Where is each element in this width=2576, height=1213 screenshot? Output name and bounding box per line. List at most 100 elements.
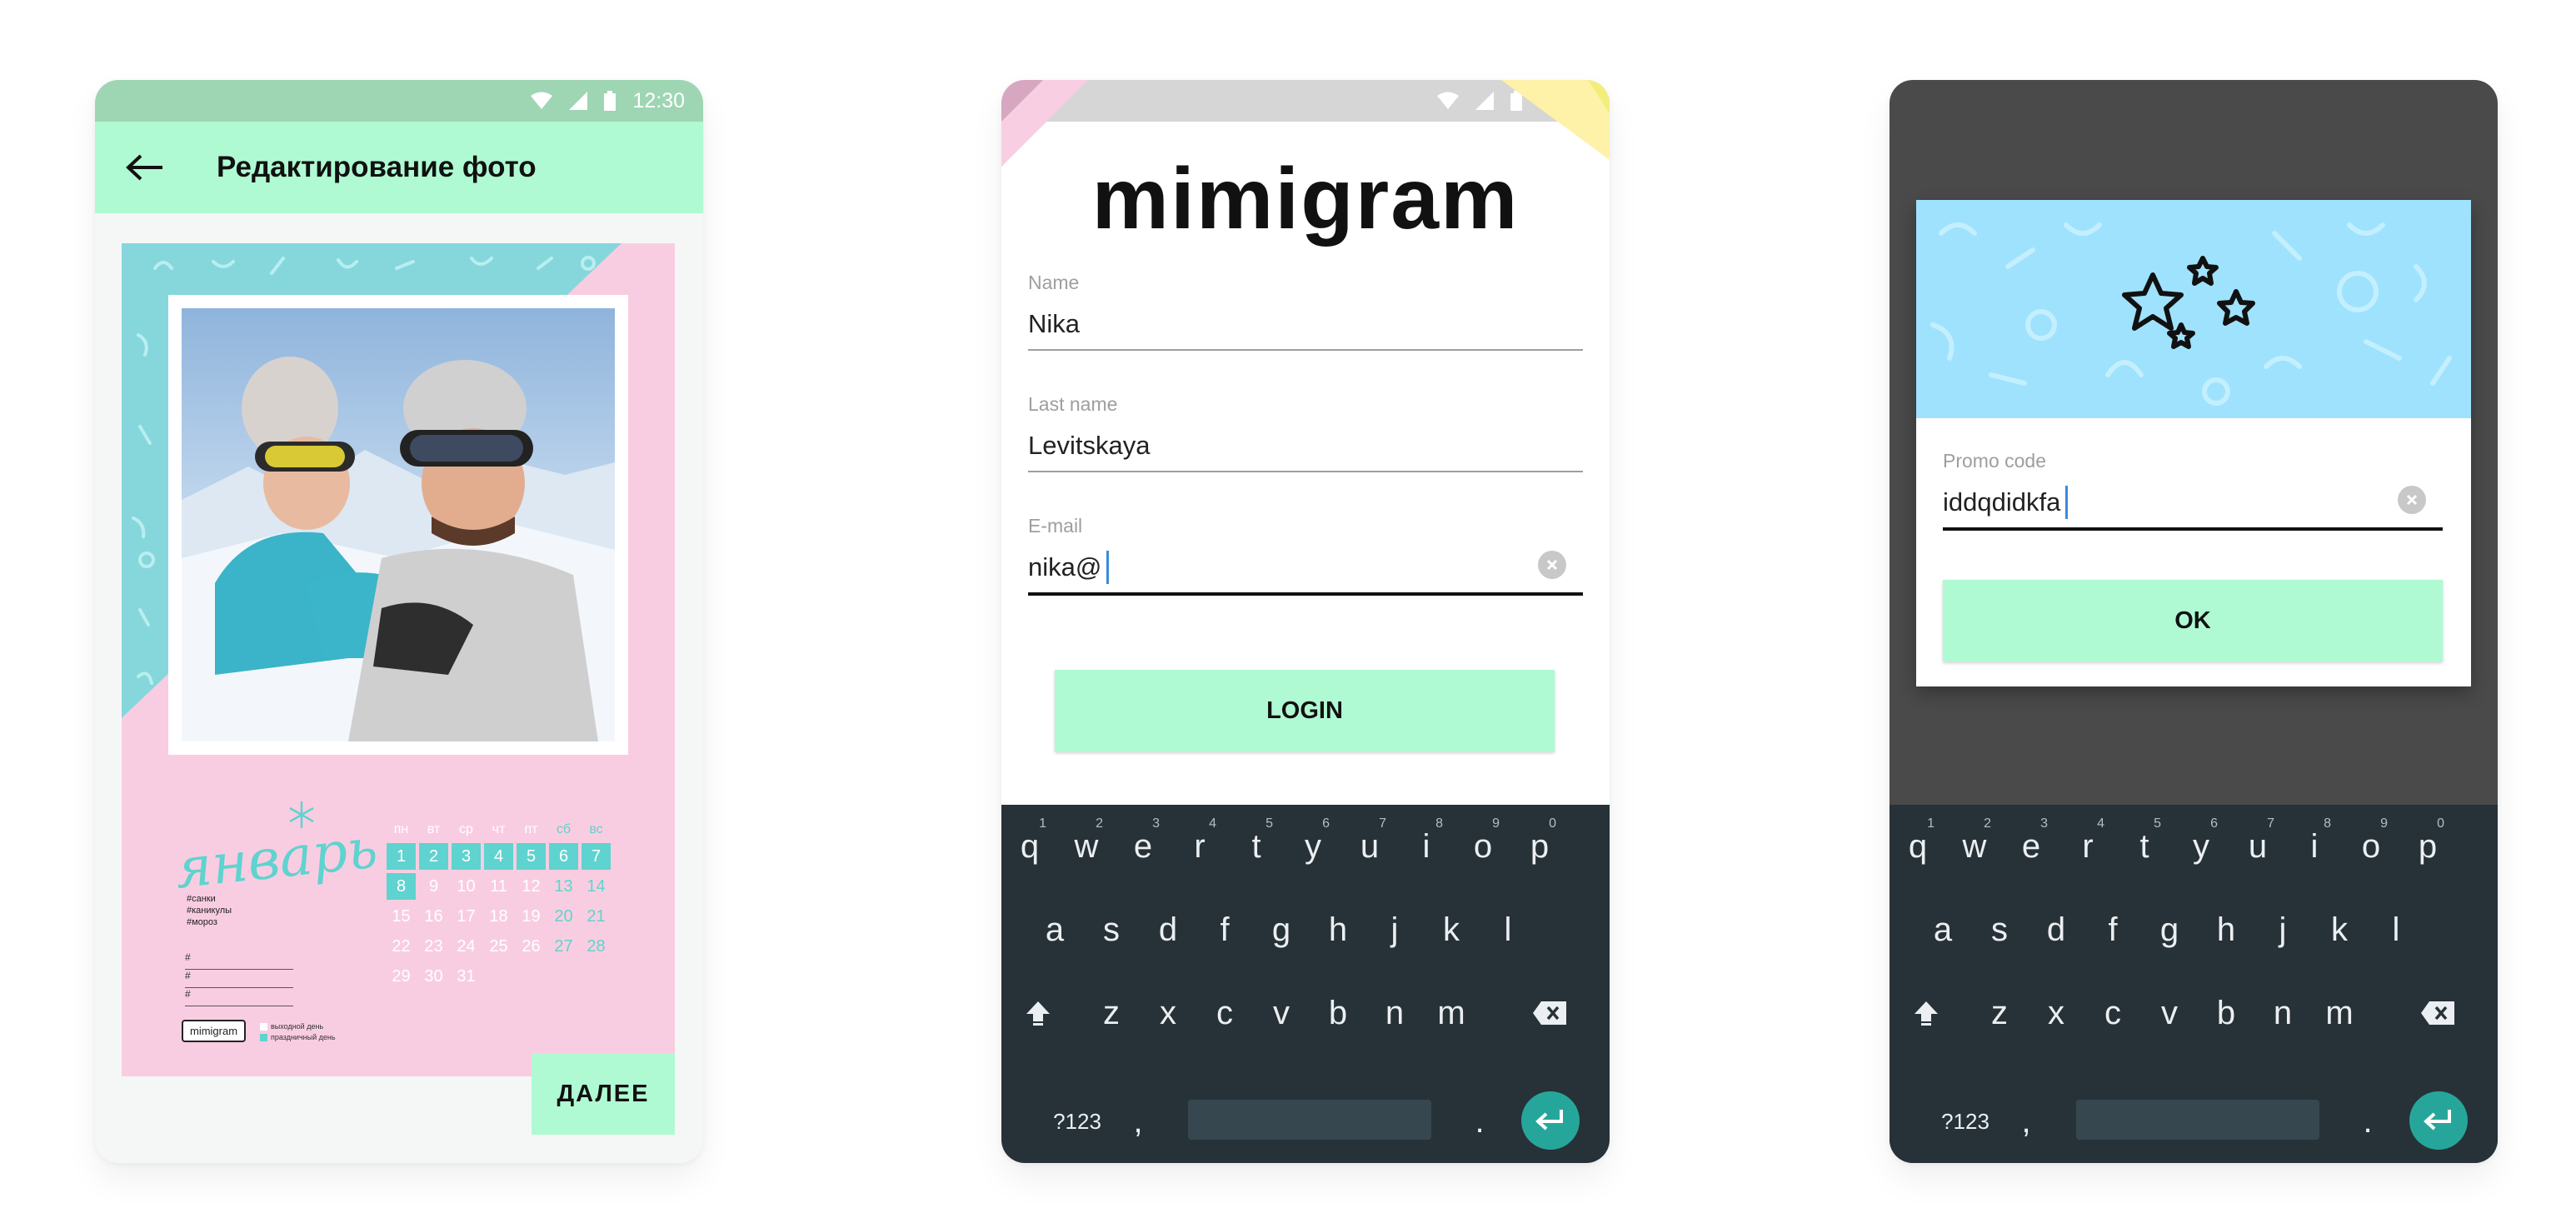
- key-j[interactable]: j: [1366, 888, 1423, 971]
- key-label: ,: [2021, 1102, 2031, 1140]
- key-t[interactable]: t5: [2116, 805, 2173, 888]
- enter-key[interactable]: [1521, 1091, 1580, 1150]
- name-field[interactable]: Name Nika: [1028, 272, 1583, 351]
- key-label: d: [1158, 911, 1178, 948]
- key-s[interactable]: s: [1971, 888, 2028, 971]
- calendar-poster[interactable]: январь #санки #каникулы #мороз # # # mim…: [122, 243, 675, 1076]
- key-i[interactable]: i8: [1398, 805, 1455, 888]
- key-g[interactable]: g: [1253, 888, 1310, 971]
- shift-key[interactable]: [1010, 971, 1066, 1055]
- symbols-key[interactable]: ?123: [1040, 1080, 1115, 1163]
- field-underline: [1943, 527, 2443, 531]
- key-n[interactable]: n: [2254, 971, 2311, 1055]
- key-l[interactable]: l: [1480, 888, 1536, 971]
- status-bar: 12:30: [95, 80, 703, 122]
- key-label: u: [2248, 827, 2268, 865]
- login-button[interactable]: LOGIN: [1055, 670, 1555, 751]
- key-d[interactable]: d: [1140, 888, 1196, 971]
- key-i[interactable]: i8: [2286, 805, 2343, 888]
- space-key[interactable]: [2076, 1100, 2319, 1140]
- key-q[interactable]: q1: [1890, 805, 1946, 888]
- key-hint: 8: [1435, 816, 1443, 831]
- key-u[interactable]: u7: [1341, 805, 1398, 888]
- clear-button[interactable]: [1538, 551, 1566, 579]
- key-label: q: [1020, 827, 1040, 865]
- period-key[interactable]: .: [1451, 1080, 1508, 1163]
- key-d[interactable]: d: [2028, 888, 2084, 971]
- comma-key[interactable]: ,: [1998, 1080, 2054, 1163]
- name-value[interactable]: Nika: [1028, 307, 1583, 341]
- key-u[interactable]: u7: [2229, 805, 2286, 888]
- key-c[interactable]: c: [2084, 971, 2141, 1055]
- key-b[interactable]: b: [2198, 971, 2254, 1055]
- email-input[interactable]: nika@: [1028, 551, 1583, 584]
- space-key[interactable]: [1188, 1100, 1431, 1140]
- key-o[interactable]: o9: [2343, 805, 2399, 888]
- key-hint: 4: [1209, 816, 1216, 831]
- backspace-key[interactable]: [2409, 971, 2466, 1055]
- key-w[interactable]: w2: [1058, 805, 1115, 888]
- calendar-day: 5: [517, 843, 546, 870]
- key-x[interactable]: x: [1140, 971, 1196, 1055]
- comma-key[interactable]: ,: [1110, 1080, 1166, 1163]
- key-f[interactable]: f: [1196, 888, 1253, 971]
- calendar-day: 16: [424, 906, 443, 926]
- key-g[interactable]: g: [2141, 888, 2198, 971]
- key-b[interactable]: b: [1310, 971, 1366, 1055]
- last-name-value[interactable]: Levitskaya: [1028, 429, 1583, 462]
- key-j[interactable]: j: [2254, 888, 2311, 971]
- promo-code-input[interactable]: iddqdidkfa: [1943, 486, 2443, 519]
- shift-key[interactable]: [1898, 971, 1954, 1055]
- promo-banner: [1916, 200, 2471, 418]
- key-r[interactable]: r4: [2059, 805, 2116, 888]
- key-v[interactable]: v: [2141, 971, 2198, 1055]
- key-c[interactable]: c: [1196, 971, 1253, 1055]
- key-k[interactable]: k: [1423, 888, 1480, 971]
- key-h[interactable]: h: [1310, 888, 1366, 971]
- key-e[interactable]: e3: [2003, 805, 2059, 888]
- key-x[interactable]: x: [2028, 971, 2084, 1055]
- next-button[interactable]: ДАЛЕЕ: [532, 1053, 675, 1135]
- enter-key[interactable]: [2409, 1091, 2468, 1150]
- backspace-key[interactable]: [1521, 971, 1578, 1055]
- key-s[interactable]: s: [1083, 888, 1140, 971]
- last-name-field[interactable]: Last name Levitskaya: [1028, 393, 1583, 472]
- key-n[interactable]: n: [1366, 971, 1423, 1055]
- key-t[interactable]: t5: [1228, 805, 1285, 888]
- month-title: январь: [172, 816, 381, 901]
- key-z[interactable]: z: [1083, 971, 1140, 1055]
- key-z[interactable]: z: [1971, 971, 2028, 1055]
- key-e[interactable]: e3: [1115, 805, 1171, 888]
- key-w[interactable]: w2: [1946, 805, 2003, 888]
- back-button[interactable]: [120, 142, 170, 192]
- key-m[interactable]: m: [1423, 971, 1480, 1055]
- key-a[interactable]: a: [1915, 888, 1971, 971]
- key-a[interactable]: a: [1026, 888, 1083, 971]
- key-label: k: [1443, 911, 1460, 948]
- key-hint: 7: [2267, 816, 2274, 831]
- email-field[interactable]: E-mail nika@: [1028, 515, 1583, 596]
- key-p[interactable]: p0: [2399, 805, 2456, 888]
- ok-button[interactable]: OK: [1943, 580, 2443, 661]
- key-y[interactable]: y6: [1285, 805, 1341, 888]
- key-m[interactable]: m: [2311, 971, 2368, 1055]
- key-o[interactable]: o9: [1455, 805, 1511, 888]
- key-f[interactable]: f: [2084, 888, 2141, 971]
- photo-edit-screen: 12:30 Редактирование фото январь #санки …: [95, 80, 703, 1163]
- calendar-week-row: 29 30 31: [385, 961, 615, 991]
- key-r[interactable]: r4: [1171, 805, 1228, 888]
- key-p[interactable]: p0: [1511, 805, 1568, 888]
- key-hint: 0: [1549, 816, 1556, 831]
- period-key[interactable]: .: [2339, 1080, 2396, 1163]
- key-h[interactable]: h: [2198, 888, 2254, 971]
- key-y[interactable]: y6: [2173, 805, 2229, 888]
- key-k[interactable]: k: [2311, 888, 2368, 971]
- promo-code-field[interactable]: Promo code iddqdidkfa: [1943, 450, 2443, 531]
- key-v[interactable]: v: [1253, 971, 1310, 1055]
- clear-button[interactable]: [2398, 486, 2426, 514]
- key-l[interactable]: l: [2368, 888, 2424, 971]
- symbols-key[interactable]: ?123: [1928, 1080, 2003, 1163]
- battery-icon: [604, 91, 617, 111]
- email-value: nika@: [1028, 552, 1102, 582]
- key-q[interactable]: q1: [1001, 805, 1058, 888]
